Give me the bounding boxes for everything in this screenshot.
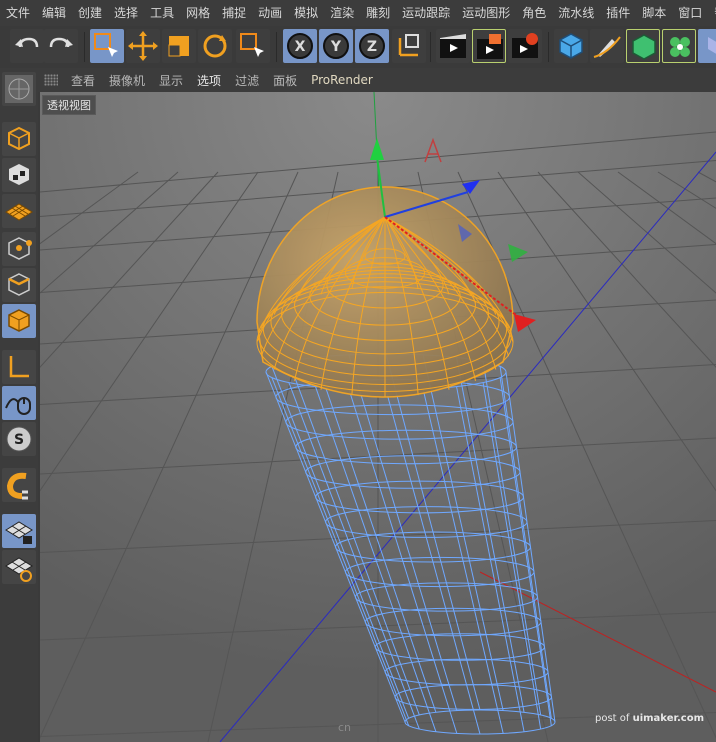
viewport-menu-bar: 查看 摄像机 显示 选项 过滤 面板 ProRender [38,68,716,92]
left-mode-palette: S [0,68,38,742]
redo-icon[interactable] [44,29,78,63]
pen-icon[interactable] [590,29,624,63]
viewport-menu-item-1[interactable]: 摄像机 [102,72,152,89]
svg-text:X: X [295,39,306,55]
perspective-viewport[interactable] [40,92,716,742]
render-view-icon[interactable] [436,29,470,63]
make-editable-icon[interactable] [2,72,36,106]
tweak-mode-icon[interactable] [2,386,36,420]
live-selection-icon[interactable] [90,29,124,63]
deformer-icon[interactable] [698,29,716,63]
watermark: post of uimaker.com [595,713,704,724]
watermark-post-text: post of [594,713,630,724]
menu-item-18[interactable]: 帮 [708,0,716,26]
menu-item-14[interactable]: 流水线 [552,0,600,26]
axis-mode-icon[interactable] [2,350,36,384]
x-axis-icon[interactable]: X [283,29,317,63]
menu-item-13[interactable]: 角色 [516,0,552,26]
viewport-menu-item-6[interactable]: ProRender [304,73,380,87]
viewport-name-label: 透视视图 [42,95,96,115]
menu-item-8[interactable]: 模拟 [288,0,324,26]
menu-item-15[interactable]: 插件 [600,0,636,26]
viewport-menu-item-5[interactable]: 面板 [266,72,304,89]
watermark-logo-text: cn [338,721,352,734]
menu-item-3[interactable]: 选择 [108,0,144,26]
coordinate-system-icon[interactable] [392,29,426,63]
viewport-menu-item-4[interactable]: 过滤 [228,72,266,89]
menu-item-1[interactable]: 编辑 [36,0,72,26]
recent-tool-icon[interactable] [236,29,270,63]
menu-item-2[interactable]: 创建 [72,0,108,26]
menu-item-10[interactable]: 雕刻 [360,0,396,26]
panel-grip[interactable] [44,74,58,86]
points-mode-icon[interactable] [2,232,36,266]
workplane-lock-icon[interactable] [2,514,36,548]
render-settings-icon[interactable] [508,29,542,63]
cube-icon[interactable] [554,29,588,63]
workplane-icon-grid[interactable] [2,194,36,228]
svg-text:Y: Y [330,39,342,55]
y-axis-icon[interactable]: Y [319,29,353,63]
model-mode-icon[interactable] [2,122,36,156]
menu-item-7[interactable]: 动画 [252,0,288,26]
watermark-logo: cn [338,721,351,734]
menu-item-6[interactable]: 捕捉 [216,0,252,26]
edges-mode-icon[interactable] [2,268,36,302]
render-to-picture-viewer-icon[interactable] [472,29,506,63]
solo-icon[interactable]: S [2,422,36,456]
polygons-mode-icon[interactable] [2,304,36,338]
move-icon[interactable] [126,29,160,63]
menu-item-4[interactable]: 工具 [144,0,180,26]
main-menu-bar: 文件 编辑 创建 选择 工具 网格 捕捉 动画 模拟 渲染 雕刻 运动跟踪 运动图形 角色 流水线 插件 脚本窗… [0,0,716,26]
workplane-icon[interactable] [2,550,36,584]
texture-mode-icon[interactable] [2,158,36,192]
undo-icon[interactable] [10,29,44,63]
menu-item-16[interactable]: 脚本 [636,0,672,26]
svg-text:S: S [14,432,24,448]
snap-icon[interactable] [2,468,36,502]
cloner-icon[interactable] [662,29,696,63]
subdivision-surface-icon[interactable] [626,29,660,63]
menu-item-11[interactable]: 运动跟踪 [396,0,456,26]
svg-text:Z: Z [367,39,377,55]
menu-item-0[interactable]: 文件 [0,0,36,26]
viewport-menu-item-0[interactable]: 查看 [64,72,102,89]
watermark-site-text: uimaker.com [632,713,704,724]
z-axis-icon[interactable]: Z [355,29,389,63]
rotate-icon[interactable] [198,29,232,63]
viewport-menu-item-3[interactable]: 选项 [190,72,228,89]
menu-item-9[interactable]: 渲染 [324,0,360,26]
menu-item-17[interactable]: 窗口 [672,0,708,26]
menu-item-5[interactable]: 网格 [180,0,216,26]
menu-item-12[interactable]: 运动图形 [456,0,516,26]
viewport-scene[interactable] [40,92,716,742]
viewport-menu-item-2[interactable]: 显示 [152,72,190,89]
main-toolbar: X Y Z [0,26,716,68]
scale-icon[interactable] [162,29,196,63]
